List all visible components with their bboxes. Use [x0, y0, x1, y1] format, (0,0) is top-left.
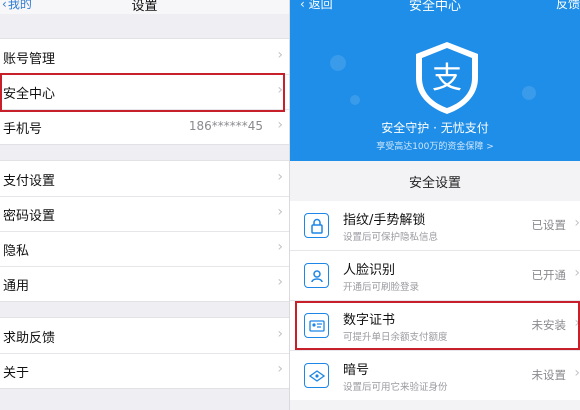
- chevron-right-icon: ›: [277, 204, 283, 220]
- settings-item-password[interactable]: 密码设置 ›: [0, 196, 289, 231]
- feedback-button[interactable]: 反馈: [556, 0, 580, 12]
- security-item-title: 暗号: [343, 363, 370, 378]
- chevron-right-icon: ›: [574, 215, 580, 231]
- chevron-right-icon: ›: [277, 117, 283, 133]
- settings-group-help: 求助反馈 › 关于 ›: [0, 317, 289, 389]
- chevron-right-icon: ›: [277, 169, 283, 185]
- security-item-title: 指纹/手势解锁: [343, 213, 426, 228]
- decor-circle: [522, 86, 536, 100]
- security-item-desc: 设置后可保护隐私信息: [343, 232, 439, 243]
- settings-panel: ‹我的 设置 账号管理 › 安全中心 › 手机号 186******45 › 支…: [0, 0, 290, 410]
- settings-item-feedback[interactable]: 求助反馈 ›: [0, 318, 289, 353]
- decor-circle: [350, 95, 360, 105]
- security-item-desc: 设置后可用它来验证身份: [343, 382, 448, 393]
- security-item-status: 已开通: [531, 268, 567, 282]
- chevron-right-icon: ›: [574, 365, 580, 381]
- decor-circle: [330, 55, 346, 71]
- phone-number-value: 186******45: [188, 119, 263, 133]
- security-item-status: 已设置: [531, 218, 567, 232]
- section-title: 安全设置: [408, 176, 461, 191]
- highlight-box: [0, 73, 285, 112]
- fund-guarantee-link[interactable]: 享受高达100万的资金保障 >: [290, 139, 580, 152]
- settings-item-phone[interactable]: 手机号 186******45 ›: [0, 109, 289, 144]
- chevron-right-icon: ›: [277, 274, 283, 290]
- chevron-right-icon: ›: [277, 361, 283, 377]
- settings-item-payment[interactable]: 支付设置 ›: [0, 161, 289, 196]
- security-item-face-id[interactable]: 人脸识别 开通后可刷脸登录 已开通 ›: [290, 250, 580, 300]
- security-item-secret-code[interactable]: 暗号 设置后可用它来验证身份 未设置 ›: [290, 350, 580, 400]
- page-title: 安全中心: [408, 0, 461, 14]
- shield-logo-icon: 支: [416, 42, 478, 114]
- settings-group-payment: 支付设置 › 密码设置 › 隐私 › 通用 ›: [0, 160, 289, 302]
- settings-item-label: 求助反馈: [3, 331, 56, 346]
- lock-icon: [304, 213, 329, 238]
- settings-item-about[interactable]: 关于 ›: [0, 353, 289, 388]
- settings-nav-bar: ‹我的 设置: [0, 0, 289, 14]
- settings-item-label: 账号管理: [3, 52, 56, 67]
- settings-item-label: 关于: [3, 366, 30, 381]
- page-title: 设置: [131, 0, 158, 14]
- settings-item-general[interactable]: 通用 ›: [0, 266, 289, 301]
- chevron-right-icon: ›: [277, 326, 283, 342]
- security-item-title: 人脸识别: [343, 263, 396, 278]
- chevron-right-icon: ›: [574, 265, 580, 281]
- settings-item-privacy[interactable]: 隐私 ›: [0, 231, 289, 266]
- face-id-icon: [304, 263, 329, 288]
- security-slogan: 安全守护 · 无忧支付: [381, 121, 489, 135]
- settings-item-label: 通用: [3, 279, 30, 294]
- chevron-right-icon: ›: [277, 47, 283, 63]
- security-header: ‹ 返回 安全中心 反馈 支 安全守护 · 无忧支付 享受高达100万的资金保障…: [290, 0, 580, 161]
- settings-item-label: 密码设置: [3, 209, 56, 224]
- security-item-desc: 开通后可刷脸登录: [343, 282, 420, 293]
- alipay-logo-glyph: 支: [432, 61, 462, 96]
- settings-item-label: 支付设置: [3, 174, 56, 189]
- security-item-fingerprint[interactable]: 指纹/手势解锁 设置后可保护隐私信息 已设置 ›: [290, 201, 580, 250]
- chevron-right-icon: ›: [277, 239, 283, 255]
- settings-item-label: 手机号: [3, 122, 43, 137]
- settings-item-label: 隐私: [3, 244, 30, 259]
- security-item-status: 未设置: [531, 368, 567, 382]
- settings-item-account-management[interactable]: 账号管理 ›: [0, 39, 289, 74]
- code-icon: [304, 363, 329, 388]
- highlight-box: [295, 301, 580, 350]
